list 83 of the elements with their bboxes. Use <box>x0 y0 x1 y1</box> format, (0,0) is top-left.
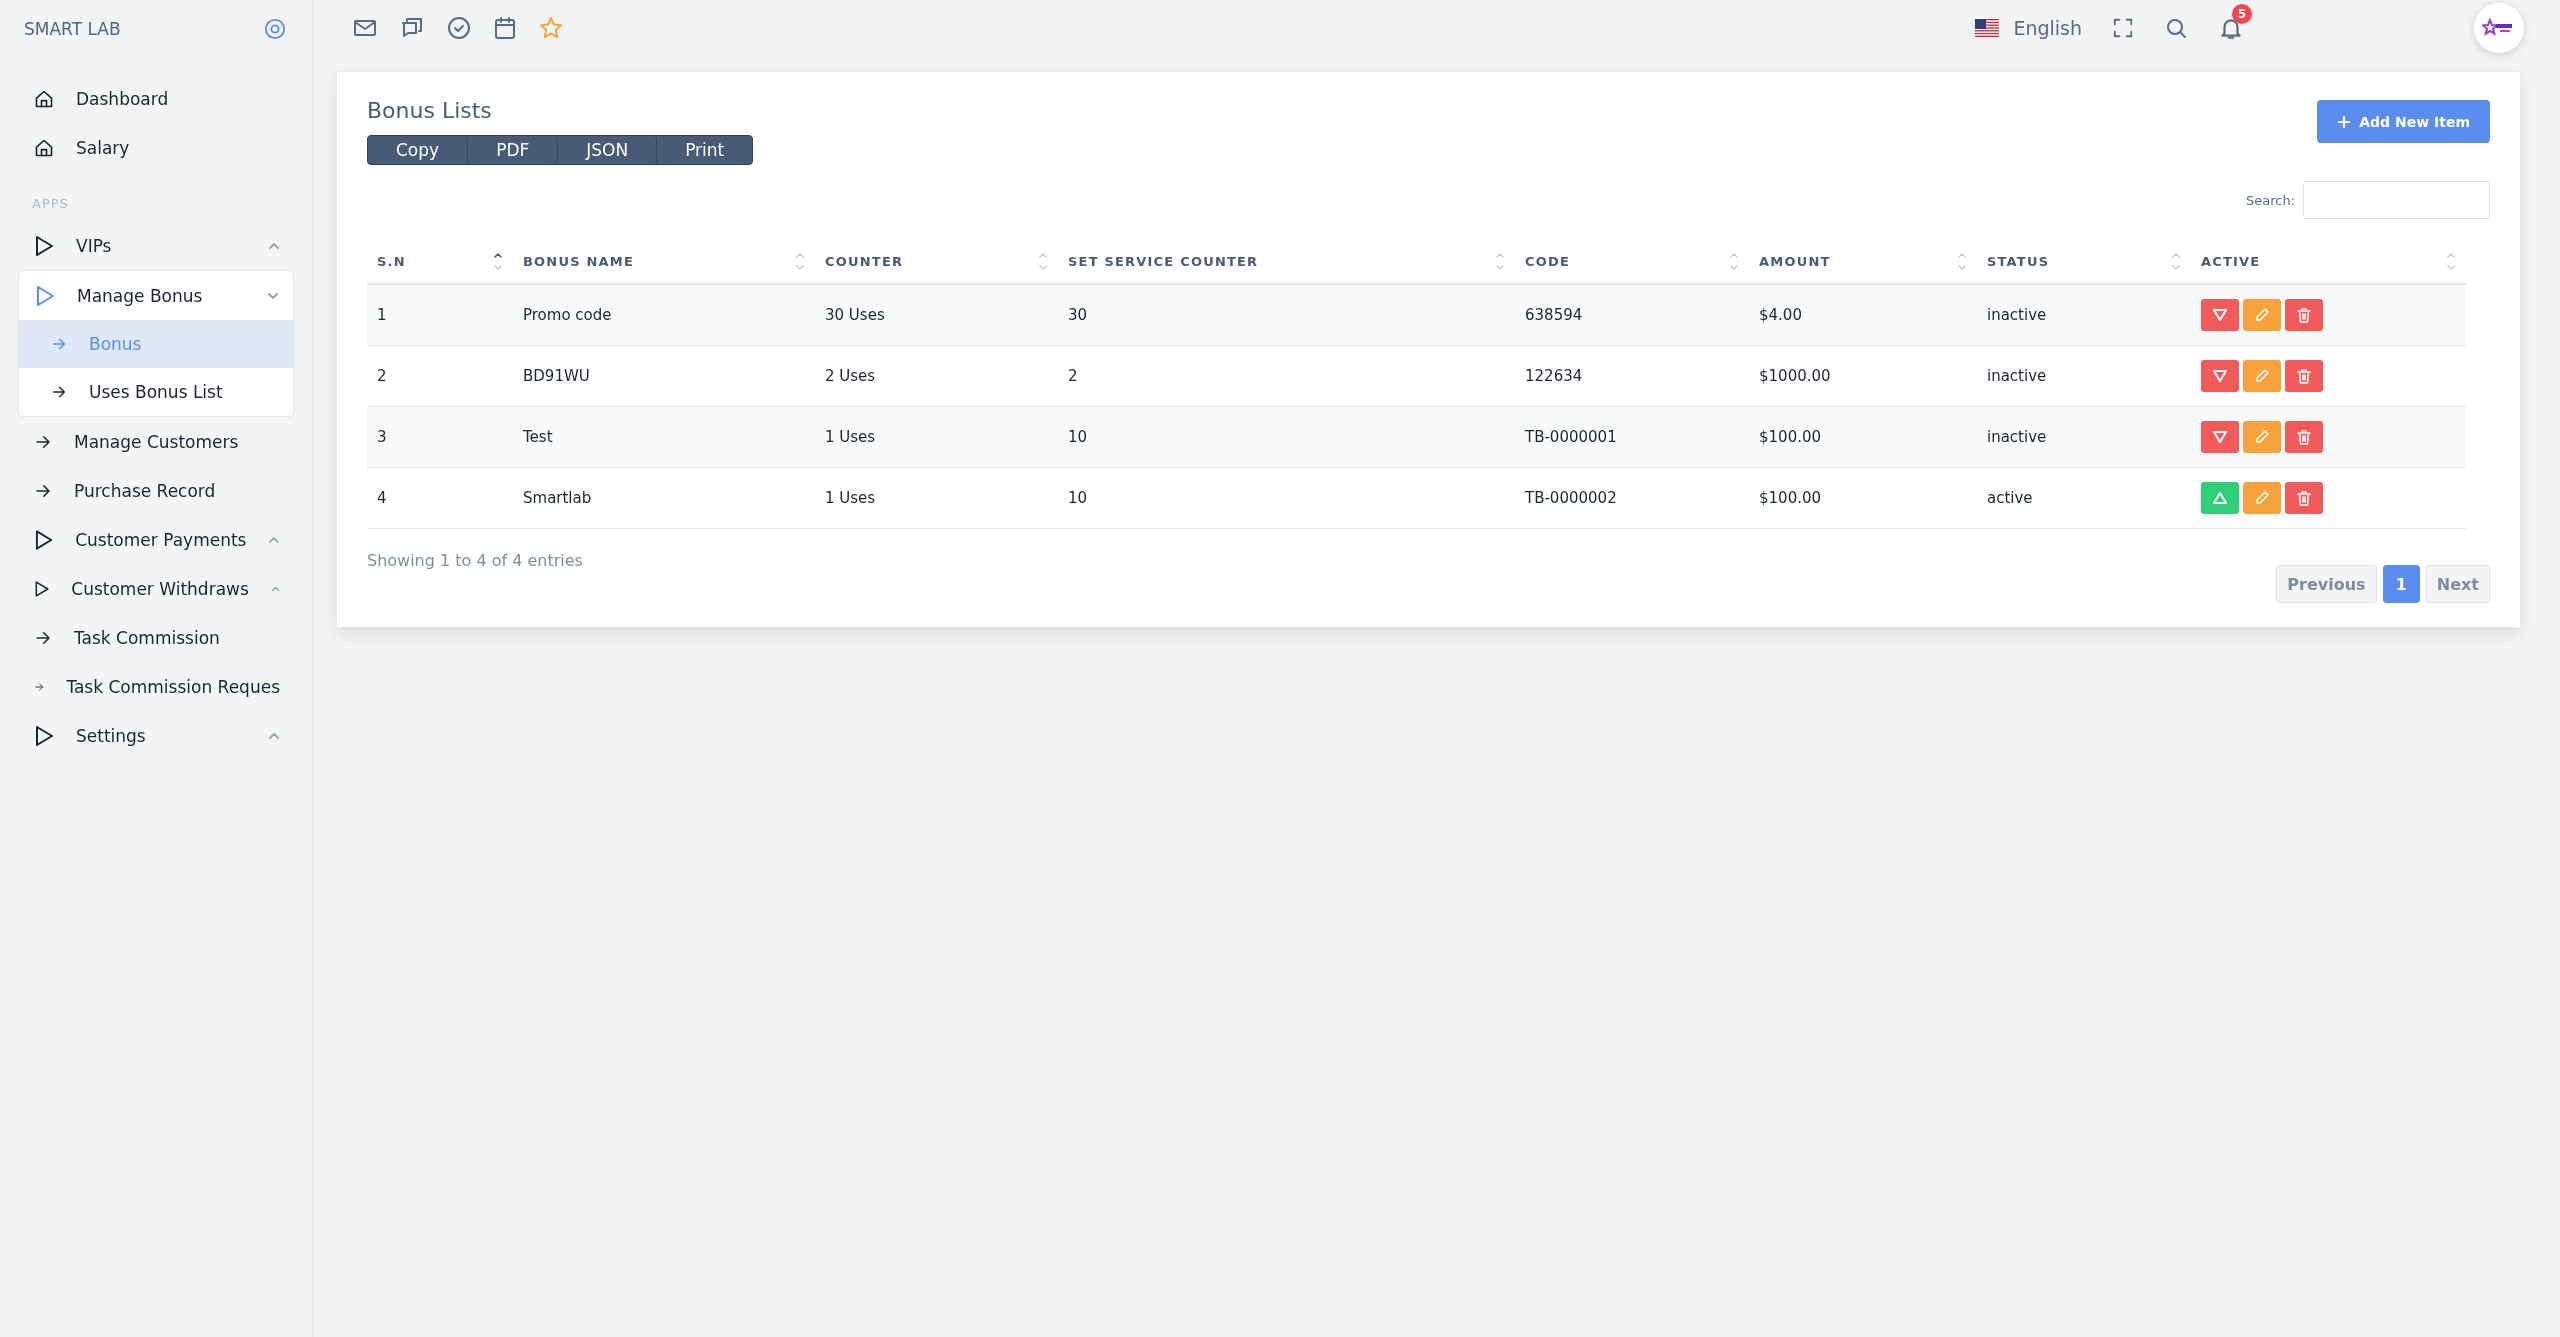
pencil-icon <box>2254 368 2270 384</box>
table-cell: 1 <box>367 285 513 346</box>
brand-name: SMART LAB <box>24 19 121 39</box>
sidebar-item[interactable]: Purchase Record <box>18 466 294 515</box>
triangle-icon <box>34 234 54 257</box>
chat-icon[interactable] <box>400 16 424 40</box>
calendar-icon[interactable] <box>494 16 516 40</box>
sidebar-item[interactable]: Customer Withdraws <box>18 564 294 613</box>
edit-button[interactable] <box>2243 482 2281 514</box>
delete-button[interactable] <box>2285 421 2323 453</box>
table-cell: 10 <box>1058 407 1515 468</box>
delete-button[interactable] <box>2285 482 2323 514</box>
table-cell: TB-0000001 <box>1515 407 1749 468</box>
target-icon[interactable] <box>264 18 286 40</box>
language-selector[interactable]: English <box>1975 17 2082 39</box>
triangle-up-icon <box>2212 491 2228 505</box>
chevron-icon <box>270 584 280 593</box>
sidebar-item[interactable]: Dashboard <box>18 74 294 123</box>
table-cell: $4.00 <box>1749 285 1977 346</box>
chevron-icon <box>267 291 279 300</box>
triangle-icon <box>34 528 54 551</box>
export-button[interactable]: Copy <box>368 136 469 164</box>
star-icon[interactable] <box>539 16 563 40</box>
trash-icon <box>2297 490 2311 506</box>
chevron-icon <box>268 731 280 740</box>
sidebar-item[interactable]: Task Commission Reques <box>18 662 294 711</box>
sidebar-item[interactable]: Manage Customers <box>18 417 294 466</box>
trash-icon <box>2297 368 2311 384</box>
sidebar-item[interactable]: Customer Payments <box>18 515 294 564</box>
arrow-icon <box>51 336 67 352</box>
flag-icon <box>1975 19 2000 37</box>
table-cell: inactive <box>1977 407 2191 468</box>
check-circle-icon[interactable] <box>447 16 471 40</box>
table-cell: Promo code <box>513 285 815 346</box>
sidebar-item[interactable]: Salary <box>18 123 294 172</box>
sidebar-item[interactable]: Manage Bonus <box>19 271 293 320</box>
toggle-button[interactable] <box>2201 299 2239 331</box>
table-cell: 3 <box>367 407 513 468</box>
table-cell: inactive <box>1977 285 2191 346</box>
pencil-icon <box>2254 490 2270 506</box>
card-title: Bonus Lists <box>367 98 493 123</box>
sidebar-item[interactable]: Task Commission <box>18 613 294 662</box>
toggle-button[interactable] <box>2201 482 2239 514</box>
table-cell: 1 Uses <box>815 407 1058 468</box>
triangle-icon <box>34 724 54 747</box>
home-icon <box>34 88 54 109</box>
table-cell: 30 Uses <box>815 285 1058 346</box>
chevron-icon <box>268 535 280 544</box>
toggle-button[interactable] <box>2201 421 2239 453</box>
triangle-down-icon <box>2212 308 2228 322</box>
submenu-item[interactable]: Uses Bonus List <box>19 368 293 416</box>
sidebar-item[interactable]: Settings <box>18 711 294 760</box>
search-icon[interactable] <box>2164 16 2188 40</box>
entries-info: Showing 1 to 4 of 4 entries <box>367 551 583 570</box>
home-icon <box>34 137 54 158</box>
plus-icon <box>2337 114 2352 129</box>
fullscreen-icon[interactable] <box>2112 17 2134 39</box>
triangle-down-icon <box>2212 430 2228 444</box>
avatar[interactable] <box>2474 3 2524 53</box>
toggle-button[interactable] <box>2201 360 2239 392</box>
sidebar-item[interactable]: VIPs <box>18 221 294 270</box>
edit-button[interactable] <box>2243 299 2281 331</box>
table-cell: 638594 <box>1515 285 1749 346</box>
notification-badge: 5 <box>2232 4 2252 24</box>
table-cell: $100.00 <box>1749 407 1977 468</box>
mail-icon[interactable] <box>353 18 377 38</box>
trash-icon <box>2297 307 2311 323</box>
search-label: Search: <box>2245 192 2295 208</box>
edit-button[interactable] <box>2243 360 2281 392</box>
delete-button[interactable] <box>2285 299 2323 331</box>
table-cell: Test <box>513 407 815 468</box>
edit-button[interactable] <box>2243 421 2281 453</box>
search-field[interactable] <box>2303 181 2490 219</box>
pencil-icon <box>2254 307 2270 323</box>
delete-button[interactable] <box>2285 360 2323 392</box>
section-label: APPS <box>31 195 70 213</box>
arrow-icon <box>51 384 67 400</box>
triangle-down-icon <box>2212 369 2228 383</box>
trash-icon <box>2297 429 2311 445</box>
pencil-icon <box>2254 429 2270 445</box>
triangle-icon <box>35 284 55 307</box>
table-cell: 30 <box>1058 285 1515 346</box>
chevron-icon <box>268 241 280 250</box>
